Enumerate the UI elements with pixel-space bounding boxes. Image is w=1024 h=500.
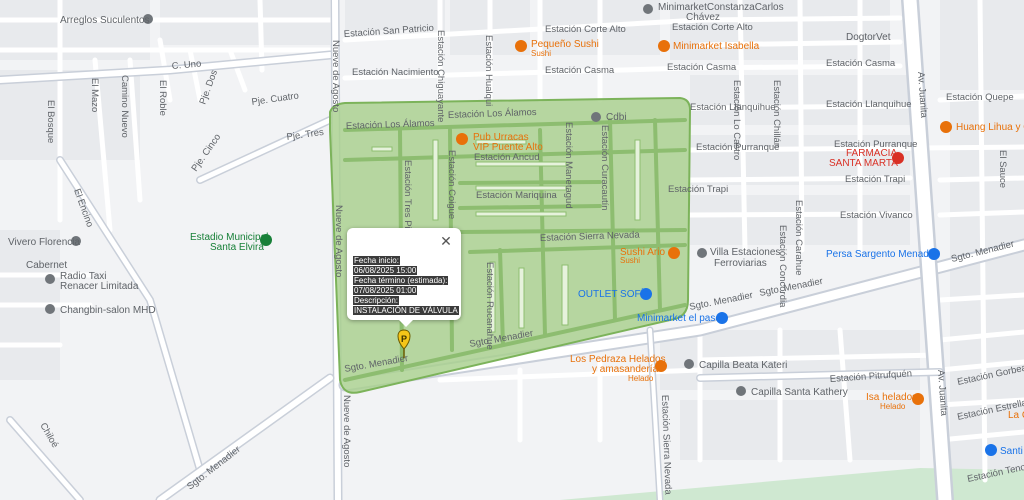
svg-text:Minimarket Isabella: Minimarket Isabella xyxy=(673,41,760,52)
fecha-termino-value: 07/08/2025 01:00 xyxy=(353,286,418,295)
poi-minimarket-paso[interactable]: Minimarket el paso xyxy=(637,312,728,324)
street-label: Estación Trapi xyxy=(845,174,905,185)
street-label: Estación Quepe xyxy=(946,92,1014,103)
poi-santi[interactable]: Santi xyxy=(985,444,1023,457)
svg-text:Sushi: Sushi xyxy=(531,49,551,58)
poi-cabernet[interactable]: Cabernet xyxy=(26,260,67,271)
svg-text:Cdbi: Cdbi xyxy=(606,112,627,123)
svg-text:VIP Puente Alto: VIP Puente Alto xyxy=(473,142,543,153)
street-label: Estación Chillán xyxy=(771,80,782,148)
poi-capilla-beata[interactable]: Capilla Beata Kateri xyxy=(684,359,787,371)
fecha-termino-label: Fecha término (estimada): xyxy=(353,276,449,285)
street-label: Estación Corte Alto xyxy=(545,24,626,35)
street-label: Estación Corte Alto xyxy=(672,22,753,33)
fecha-inicio-label: Fecha inicio: xyxy=(353,256,400,265)
street-label: Estación Vivanco xyxy=(840,210,913,221)
street-label: Estación Hualqui xyxy=(483,35,494,106)
poi-vivero[interactable]: Vivero Florencia xyxy=(8,236,81,248)
svg-text:Capilla Santa Kathery: Capilla Santa Kathery xyxy=(751,387,848,398)
svg-text:Huang Lihua y Ok: Huang Lihua y Ok xyxy=(956,122,1024,133)
work-info-popup[interactable]: ✕ Fecha inicio: 06/08/2025 15:00 Fecha t… xyxy=(347,228,461,327)
map-canvas[interactable]: Estación San Patricio Estación Nacimient… xyxy=(0,0,1024,500)
pin-icon xyxy=(45,274,55,284)
svg-text:Villa Estaciones: Villa Estaciones xyxy=(710,247,780,258)
street-label: Nueve de Agosto xyxy=(333,205,344,277)
street-label: El Sauce xyxy=(997,150,1008,188)
svg-text:Santa Elvira: Santa Elvira xyxy=(210,242,264,253)
svg-text:La C: La C xyxy=(1008,410,1024,421)
street-label: Estación Casma xyxy=(667,62,737,73)
street-label: Estación Casma xyxy=(826,58,896,69)
fecha-inicio-value: 06/08/2025 15:00 xyxy=(353,266,418,275)
street-label: Nueve de Agosto xyxy=(330,40,341,112)
street-label: Estación Ancud xyxy=(474,152,540,163)
poi-outlet[interactable]: OUTLET SOFÍA xyxy=(578,287,652,300)
shopping-bag-icon xyxy=(985,444,997,456)
street-label: El Mazo xyxy=(89,78,100,112)
street-label: Estación Lo Castro xyxy=(731,80,742,160)
street-label: Estación Manetagud xyxy=(563,122,574,209)
pin-icon xyxy=(684,359,694,369)
street-label: Estación Llanquihue xyxy=(826,99,912,110)
street-label: Estación Concordia xyxy=(777,225,788,308)
close-icon[interactable]: ✕ xyxy=(439,234,453,248)
descripcion-value: INSTALACIÓN DE VÁLVULA xyxy=(353,306,459,315)
pin-icon xyxy=(591,112,601,122)
street-label: Camino Nuevo xyxy=(119,75,130,138)
svg-text:Helado: Helado xyxy=(880,402,906,411)
svg-text:Capilla Beata Kateri: Capilla Beata Kateri xyxy=(699,360,787,371)
poi-persa[interactable]: Persa Sargento Menadier xyxy=(826,248,941,260)
utensils-icon xyxy=(456,133,468,145)
map-view[interactable]: Estación San Patricio Estación Nacimient… xyxy=(0,0,1024,500)
utensils-icon xyxy=(940,121,952,133)
svg-text:Arreglos Suculentos: Arreglos Suculentos xyxy=(60,15,150,26)
street-label: Nueve de Agosto xyxy=(341,395,352,467)
pin-icon xyxy=(697,248,707,258)
poi-minimarket-isabella[interactable]: Minimarket Isabella xyxy=(658,40,760,52)
descripcion-label: Descripción: xyxy=(353,296,400,305)
poi-cdbi[interactable]: Cdbi xyxy=(591,112,627,123)
poi-dogtorvet[interactable]: DogtorVet xyxy=(846,32,891,43)
street-label: El Bosque xyxy=(45,100,56,143)
pin-icon xyxy=(736,386,746,396)
svg-text:Vivero Florencia: Vivero Florencia xyxy=(8,237,81,248)
svg-text:SANTA MARTA: SANTA MARTA xyxy=(829,158,898,169)
shopping-bag-icon xyxy=(658,40,670,52)
svg-text:OUTLET SOFÍA: OUTLET SOFÍA xyxy=(578,287,650,300)
street-label: Estación Coigue xyxy=(446,150,457,219)
pin-icon xyxy=(45,304,55,314)
poi-la[interactable]: La C xyxy=(1008,410,1024,421)
poi-capilla-kathery[interactable]: Capilla Santa Kathery xyxy=(736,386,848,398)
svg-text:Cabernet: Cabernet xyxy=(26,260,67,271)
svg-text:Renacer Limitada: Renacer Limitada xyxy=(60,281,139,292)
svg-text:Chávez: Chávez xyxy=(686,12,720,23)
street-label: Estación Chiguayante xyxy=(435,30,446,122)
svg-text:Helado: Helado xyxy=(628,374,654,383)
poi-arreglos[interactable]: Arreglos Suculentos xyxy=(60,14,153,26)
street-label: Estación Curacautín xyxy=(599,125,610,211)
street-label: Estación Nacimiento xyxy=(352,67,439,78)
utensils-icon xyxy=(668,247,680,259)
pin-icon xyxy=(643,4,653,14)
utensils-icon xyxy=(515,40,527,52)
svg-text:DogtorVet: DogtorVet xyxy=(846,32,891,43)
street-label: Estación Trapi xyxy=(668,184,728,195)
svg-text:Ferroviarias: Ferroviarias xyxy=(714,258,767,269)
svg-text:Changbin-salon MHD: Changbin-salon MHD xyxy=(60,305,156,316)
svg-text:Minimarket el paso: Minimarket el paso xyxy=(637,313,721,324)
poi-changbin[interactable]: Changbin-salon MHD xyxy=(45,304,156,316)
street-label: Estación Carahue xyxy=(793,200,804,276)
street-label: Estación Mariquina xyxy=(476,190,558,201)
street-label: Estación Casma xyxy=(545,65,615,76)
marker-glyph: P xyxy=(401,334,407,344)
svg-text:Persa Sargento Menadier: Persa Sargento Menadier xyxy=(826,249,941,260)
street-label: El Roble xyxy=(157,80,168,116)
svg-text:Santi: Santi xyxy=(1000,446,1023,457)
svg-text:Sushi: Sushi xyxy=(620,256,640,265)
svg-text:MinimarketConstanzaCarlos: MinimarketConstanzaCarlos xyxy=(658,2,784,13)
